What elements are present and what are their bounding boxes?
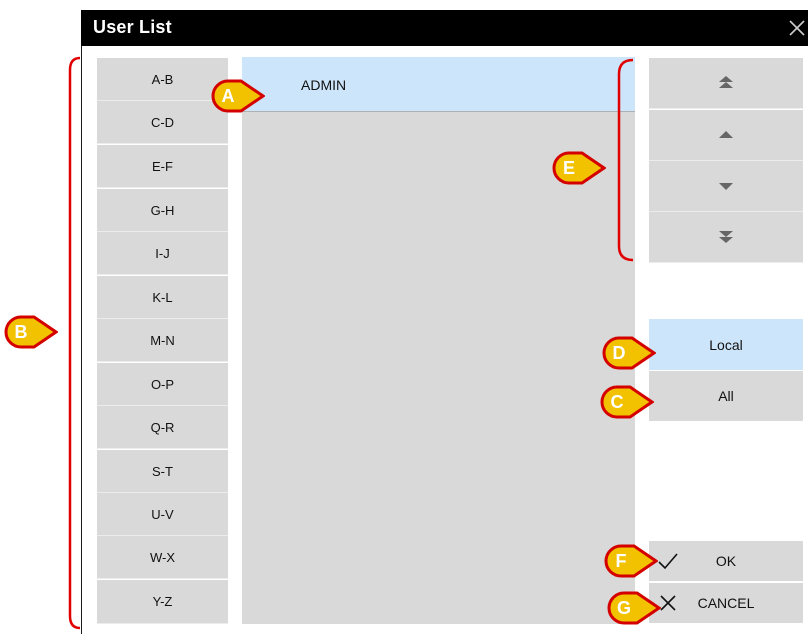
callout-b: B bbox=[4, 315, 59, 349]
alpha-button-q-r[interactable]: Q-R bbox=[97, 406, 228, 449]
alpha-button-c-d[interactable]: C-D bbox=[97, 101, 228, 144]
callout-c: C bbox=[600, 385, 655, 419]
cancel-button[interactable]: CANCEL bbox=[649, 583, 803, 623]
alpha-button-s-t[interactable]: S-T bbox=[97, 450, 228, 493]
alpha-button-m-n[interactable]: M-N bbox=[97, 319, 228, 362]
page-up-icon bbox=[719, 131, 733, 138]
last-page-button[interactable] bbox=[649, 212, 803, 263]
alpha-button-y-z[interactable]: Y-Z bbox=[97, 580, 228, 624]
first-page-button[interactable] bbox=[649, 58, 803, 109]
bracket-e-annotation bbox=[617, 58, 634, 262]
callout-d: D bbox=[602, 336, 657, 370]
cancel-x-icon bbox=[660, 595, 676, 611]
close-button[interactable] bbox=[786, 17, 808, 39]
page-down-icon bbox=[719, 183, 733, 190]
close-icon bbox=[789, 20, 805, 36]
title-bar bbox=[81, 10, 808, 46]
cancel-label: CANCEL bbox=[697, 595, 755, 611]
all-filter-button[interactable]: All bbox=[649, 371, 803, 421]
alpha-button-i-j[interactable]: I-J bbox=[97, 232, 228, 275]
alpha-button-a-b[interactable]: A-B bbox=[97, 58, 228, 101]
alpha-button-e-f[interactable]: E-F bbox=[97, 145, 228, 188]
user-name: ADMIN bbox=[301, 77, 347, 93]
local-filter-label: Local bbox=[709, 336, 743, 353]
ok-button[interactable]: OK bbox=[649, 541, 803, 581]
bracket-b-annotation bbox=[68, 56, 81, 630]
local-filter-button[interactable]: Local bbox=[649, 319, 803, 370]
first-page-icon bbox=[719, 76, 733, 88]
alpha-button-u-v[interactable]: U-V bbox=[97, 493, 228, 536]
callout-g: G bbox=[607, 591, 662, 625]
page-down-button[interactable] bbox=[649, 161, 803, 212]
checkmark-icon bbox=[658, 553, 678, 570]
callout-a: A bbox=[211, 79, 266, 113]
callout-e: E bbox=[552, 151, 607, 185]
list-item[interactable]: ADMIN bbox=[242, 57, 635, 112]
callout-f: F bbox=[604, 544, 659, 578]
alpha-button-o-p[interactable]: O-P bbox=[97, 363, 228, 406]
alpha-button-g-h[interactable]: G-H bbox=[97, 189, 228, 232]
all-filter-label: All bbox=[718, 388, 734, 404]
page-up-button[interactable] bbox=[649, 110, 803, 161]
dialog-title: User List bbox=[93, 17, 172, 37]
alpha-button-w-x[interactable]: W-X bbox=[97, 536, 228, 579]
ok-label: OK bbox=[715, 553, 737, 569]
last-page-icon bbox=[719, 231, 733, 243]
user-list[interactable] bbox=[242, 57, 635, 624]
alpha-button-k-l[interactable]: K-L bbox=[97, 276, 228, 319]
